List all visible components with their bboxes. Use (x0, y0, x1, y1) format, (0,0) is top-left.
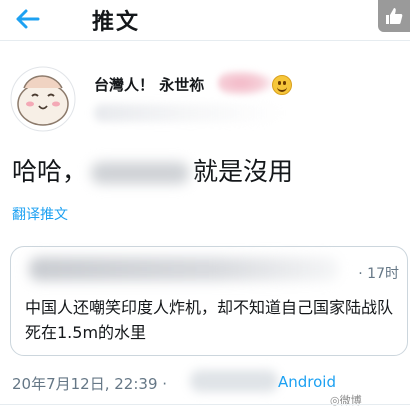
watermark: ◎微博 (330, 394, 362, 407)
tweet-text: 哈哈， 就是沒用 (12, 152, 293, 188)
redacted-quote-author-blur (29, 257, 339, 281)
quoted-tweet-text: 中国人还嘲笑印度人炸机，却不知道自己国家陆战队死在1.5m的水里 (25, 298, 394, 342)
divider (0, 404, 410, 405)
tweet-text-start: 哈哈， (12, 157, 88, 186)
quoted-tweet-card[interactable]: · 17时 中国人还嘲笑印度人炸机，却不知道自己国家陆战队死在1.5m的水里 (10, 246, 408, 356)
translate-tweet-link[interactable]: 翻译推文 (12, 204, 68, 224)
client-source-link[interactable]: Android (278, 373, 336, 391)
redacted-word-blur (91, 162, 190, 184)
thumbs-up-icon (386, 8, 403, 24)
redacted-handle-blur (94, 104, 284, 122)
smiley-emoji-icon (272, 75, 292, 95)
tweet-timestamp: 20年7月12日, 22:39 · (12, 375, 168, 393)
tweet-text-end: 就是沒用 (193, 157, 294, 186)
author-avatar[interactable] (10, 66, 76, 132)
thumbs-up-button[interactable] (378, 0, 410, 32)
author-display-name[interactable]: 台灣人！ 永世袮 (94, 74, 204, 95)
redacted-client-blur (190, 370, 278, 392)
redacted-name-blur (218, 70, 274, 96)
top-app-bar: 推文 (0, 0, 410, 41)
back-arrow-icon[interactable] (14, 8, 40, 30)
page-title: 推文 (92, 10, 141, 35)
quoted-tweet-time: · 17时 (358, 266, 399, 282)
